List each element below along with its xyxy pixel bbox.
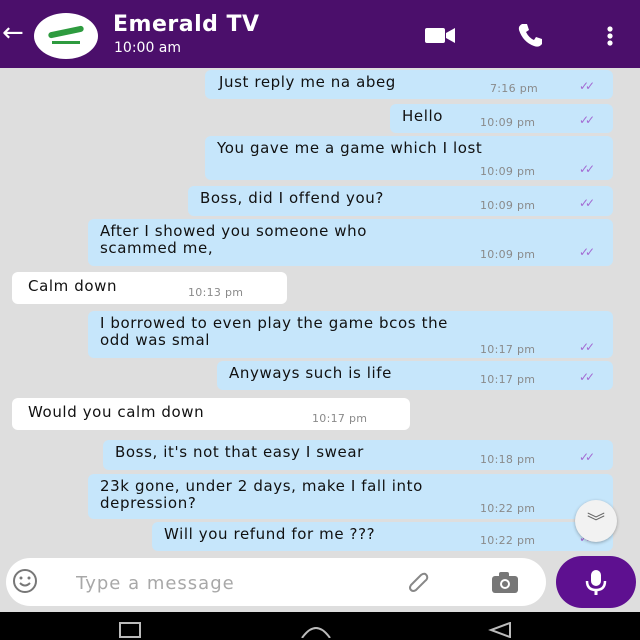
message-time: 10:13 pm [188,286,244,299]
scroll-to-bottom-button[interactable]: ︾ [575,500,617,542]
voice-record-button[interactable] [556,556,636,608]
phone-icon[interactable] [515,20,549,50]
message-time: 10:22 pm [480,534,536,547]
message-bubble-outgoing[interactable]: Hello 10:09 pm ✓✓ [390,104,613,133]
message-bubble-outgoing[interactable]: Will you refund for me ??? 10:22 pm ✓✓ [152,522,613,551]
read-receipt-icon: ✓✓ [579,370,595,384]
message-input[interactable] [76,570,376,596]
message-text: Would you calm down [28,403,205,421]
last-seen-status: 10:00 am [114,40,182,56]
camera-icon[interactable] [490,570,520,594]
microphone-icon [585,570,607,595]
chat-header: ← Emerald TV 10:00 am [0,0,640,68]
back-arrow-icon[interactable]: ← [2,20,24,46]
message-time: 7:16 pm [490,82,538,95]
read-receipt-icon: ✓✓ [579,245,595,259]
read-receipt-icon: ✓✓ [579,450,595,464]
message-bubble-outgoing[interactable]: Just reply me na abeg 7:16 pm ✓✓ [205,70,613,99]
message-bubble-outgoing[interactable]: Boss, did I offend you? 10:09 pm ✓✓ [188,186,613,216]
message-time: 10:17 pm [480,343,536,356]
message-text: Just reply me na abeg [219,73,396,91]
message-bubble-outgoing[interactable]: After I showed you someone who scammed m… [88,219,613,266]
message-time: 10:09 pm [480,248,536,261]
emerald-logo-mark [47,25,85,39]
contact-avatar[interactable] [34,13,98,59]
message-text: 23k gone, under 2 days, make I fall into… [100,477,423,512]
home-icon[interactable] [300,622,332,638]
message-text: Anyways such is life [229,364,393,382]
message-text: Calm down [28,277,118,295]
system-navigation-bar [0,612,640,640]
video-call-icon[interactable] [423,20,457,50]
message-bubble-incoming[interactable]: Calm down 10:13 pm [12,272,287,304]
read-receipt-icon: ✓✓ [579,196,595,210]
message-text: Boss, it's not that easy I swear [115,443,364,461]
double-chevron-down-icon: ︾ [587,512,605,533]
message-time: 10:18 pm [480,453,536,466]
more-vertical-icon[interactable] [600,20,634,50]
read-receipt-icon: ✓✓ [579,340,595,354]
attachment-icon[interactable] [406,570,430,594]
message-time: 10:22 pm [480,502,536,515]
message-time: 10:17 pm [312,412,368,425]
message-bubble-outgoing[interactable]: You gave me a game which I lost 10:09 pm… [205,136,613,180]
message-bubble-outgoing[interactable]: Boss, it's not that easy I swear 10:18 p… [103,440,613,470]
message-bubble-incoming[interactable]: Would you calm down 10:17 pm [12,398,410,430]
message-text: Will you refund for me ??? [164,525,376,543]
read-receipt-icon: ✓✓ [579,162,595,176]
recents-icon[interactable] [118,622,142,638]
message-time: 10:09 pm [480,165,536,178]
contact-name[interactable]: Emerald TV [113,12,260,37]
emerald-logo-underline [52,41,80,44]
message-time: 10:17 pm [480,373,536,386]
message-text: Hello [402,107,444,125]
message-composer [6,558,546,606]
read-receipt-icon: ✓✓ [579,79,595,93]
emoji-icon[interactable] [12,568,38,594]
message-bubble-outgoing[interactable]: Anyways such is life 10:17 pm ✓✓ [217,361,613,390]
message-text: You gave me a game which I lost [217,139,483,157]
message-bubble-outgoing[interactable]: 23k gone, under 2 days, make I fall into… [88,474,613,519]
message-time: 10:09 pm [480,199,536,212]
message-text: I borrowed to even play the game bcos th… [100,314,449,349]
back-nav-icon[interactable] [488,622,512,638]
message-bubble-outgoing[interactable]: I borrowed to even play the game bcos th… [88,311,613,358]
read-receipt-icon: ✓✓ [579,113,595,127]
message-time: 10:09 pm [480,116,536,129]
message-text: Boss, did I offend you? [200,189,384,207]
message-text: After I showed you someone who scammed m… [100,222,368,257]
